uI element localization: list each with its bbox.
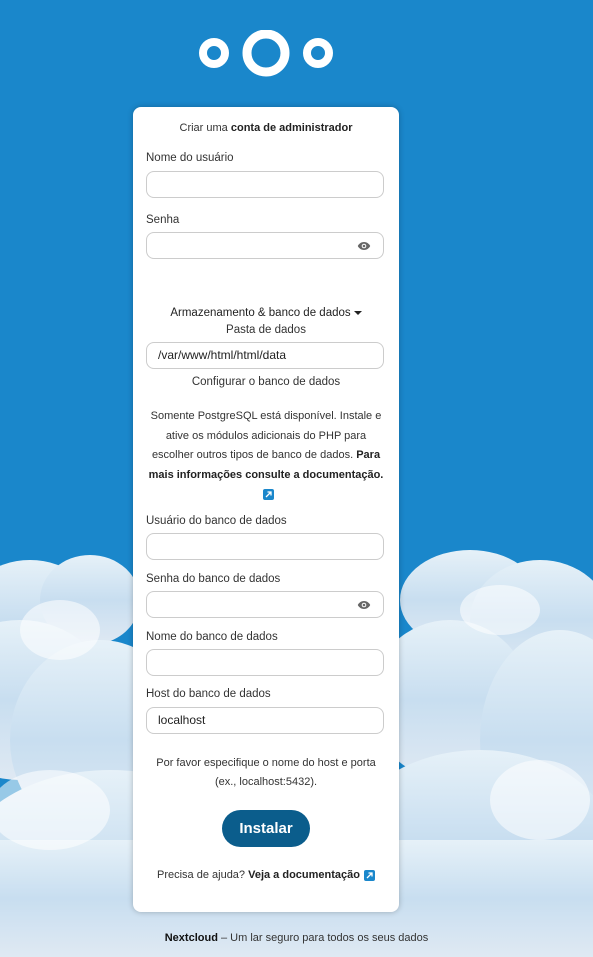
footer-brand[interactable]: Nextcloud [165,932,218,944]
db-user-input[interactable] [146,533,384,560]
password-input[interactable] [146,232,384,259]
form-heading: Criar uma conta de administrador [133,122,399,134]
db-user-label: Usuário do banco de dados [146,515,287,527]
external-link-icon [364,869,375,881]
db-name-label: Nome do banco de dados [146,631,278,643]
username-input[interactable] [146,171,384,198]
db-host-label: Host do banco de dados [146,688,271,700]
heading-strong: conta de administrador [230,122,353,134]
data-folder-input[interactable]: /var/www/html/html/data [146,342,384,369]
db-password-label: Senha do banco de dados [146,573,281,585]
storage-toggle-label: Armazenamento & banco de dados [170,307,351,319]
database-info: Somente PostgreSQL está disponível. Inst… [146,407,386,505]
db-host-input[interactable]: localhost [146,707,384,734]
database-info-text: Somente PostgreSQL está disponível. Inst… [150,410,382,461]
install-button[interactable]: Instalar [222,810,310,847]
db-password-input[interactable] [146,591,384,618]
storage-database-toggle[interactable]: Armazenamento & banco de dados [133,307,399,319]
external-link-icon [262,488,274,500]
password-label: Senha [146,214,180,226]
configure-database-heading: Configurar o banco de dados [191,376,341,388]
footer: Nextcloud – Um lar seguro para todos os … [0,932,593,944]
eye-icon[interactable] [357,600,371,610]
db-name-input[interactable] [146,649,384,676]
eye-icon[interactable] [357,241,371,251]
host-hint: Por favor especifique o nome do host e p… [156,757,376,788]
data-folder-label: Pasta de dados [226,324,306,336]
help-line: Precisa de ajuda? Veja a documentação [133,869,399,881]
footer-tagline: – Um lar seguro para todos os seus dados [220,932,429,944]
heading-prefix: Criar uma [179,122,228,134]
setup-form-card: Criar uma conta de administrador Nome do… [133,107,399,912]
nextcloud-logo-icon [199,30,333,77]
caret-down-icon [353,310,362,315]
username-label: Nome do usuário [146,152,234,164]
help-prefix: Precisa de ajuda? [156,869,246,881]
help-documentation-link[interactable]: Veja a documentação [248,869,360,881]
